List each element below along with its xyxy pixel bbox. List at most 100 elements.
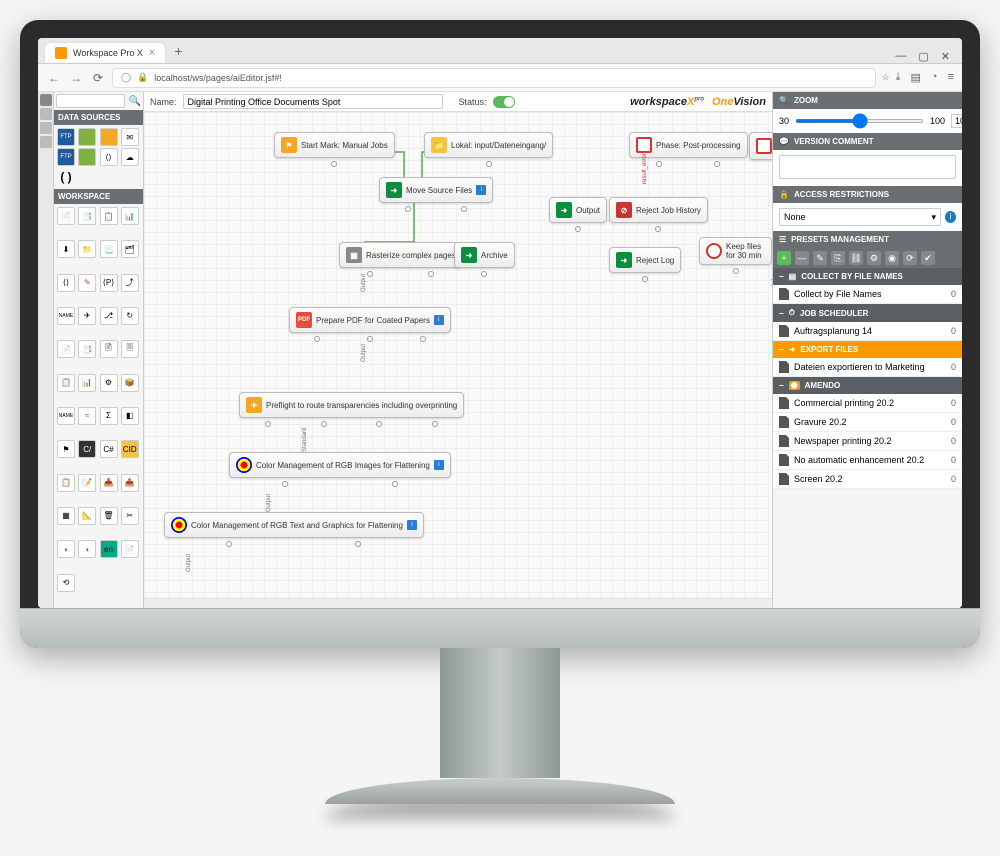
group-collect-header[interactable]: − ▤ Collect by File Names: [773, 268, 962, 285]
tool-ftp[interactable]: FTP: [57, 128, 75, 146]
ws-tool-26[interactable]: ≈: [78, 407, 96, 425]
ws-tool-35[interactable]: 📥: [100, 474, 118, 492]
preset-check-button[interactable]: ✔: [921, 251, 935, 265]
node-prepare-pdf[interactable]: PDF Prepare PDF for Coated Papers i: [289, 307, 451, 333]
ws-tool-22[interactable]: 📊: [78, 374, 96, 392]
ws-tool-8[interactable]: 🗂: [121, 240, 139, 258]
rail-camera-icon[interactable]: [40, 122, 52, 134]
access-section-header[interactable]: 🔒 Access Restrictions: [773, 186, 962, 203]
preset-item-newspaper[interactable]: Newspaper printing 20.2 0: [773, 432, 962, 451]
forward-icon[interactable]: →: [68, 71, 84, 85]
node-move-source[interactable]: ➜ Move Source Files i: [379, 177, 493, 203]
ws-tool-20[interactable]: 🗏: [121, 340, 139, 358]
node-reject-history[interactable]: ⊘ Reject Job History: [609, 197, 708, 223]
preset-item-screen[interactable]: Screen 20.2 0: [773, 470, 962, 489]
info-icon[interactable]: i: [945, 211, 956, 223]
node-cm-text[interactable]: Color Management of RGB Text and Graphic…: [164, 512, 424, 538]
ws-tool-name2[interactable]: NAME: [57, 407, 75, 425]
tool-mail[interactable]: ✉: [121, 128, 139, 146]
node-archive[interactable]: ➜ Archive: [454, 242, 515, 268]
close-window-icon[interactable]: ✕: [941, 50, 950, 63]
ws-tool-9[interactable]: ⟨⟩: [57, 274, 75, 292]
zoom-value-input[interactable]: 100: [951, 114, 962, 128]
ws-tool-10[interactable]: ✎: [78, 274, 96, 292]
download-icon[interactable]: ⤓: [896, 71, 901, 84]
workflow-name-input[interactable]: Digital Printing Office Documents Spot: [183, 94, 443, 109]
ws-tool-37[interactable]: ▦: [57, 507, 75, 525]
ws-tool-7[interactable]: 📃: [100, 240, 118, 258]
preset-item-gravure[interactable]: Gravure 20.2 0: [773, 413, 962, 432]
rail-layout-icon[interactable]: [40, 108, 52, 120]
node-preflight[interactable]: ✈ Preflight to route transparencies incl…: [239, 392, 464, 418]
ws-tool-18[interactable]: 📑: [78, 340, 96, 358]
ws-tool-14[interactable]: ✈: [78, 307, 96, 325]
ws-tool-27[interactable]: Σ: [100, 407, 118, 425]
ws-tool-38[interactable]: 📐: [78, 507, 96, 525]
ws-tool-40[interactable]: ✂: [121, 507, 139, 525]
account-icon[interactable]: ◔: [931, 71, 938, 84]
rail-save-icon[interactable]: [40, 94, 52, 106]
preset-item-noauto[interactable]: No automatic enhancement 20.2 0: [773, 451, 962, 470]
ws-tool-45[interactable]: ⟲: [57, 574, 75, 592]
ws-tool-16[interactable]: ↻: [121, 307, 139, 325]
reload-icon[interactable]: ⟳: [90, 71, 106, 85]
preset-remove-button[interactable]: —: [795, 251, 809, 265]
ws-tool-4[interactable]: 📊: [121, 207, 139, 225]
ws-tool-23[interactable]: ⚙: [100, 374, 118, 392]
browser-tab[interactable]: Workspace Pro X ×: [44, 42, 166, 63]
ws-tool-21[interactable]: 📋: [57, 374, 75, 392]
workflow-canvas[interactable]: ⚑ Start Mark: Manual Jobs 📁 Lokal: input…: [144, 112, 772, 598]
group-scheduler-header[interactable]: − ⏱ Job Scheduler: [773, 304, 962, 322]
ws-tool-11[interactable]: ⟨P⟩: [100, 274, 118, 292]
ws-tool-name[interactable]: NAME: [57, 307, 75, 325]
ws-tool-39[interactable]: 🗑: [100, 507, 118, 525]
node-start-mark[interactable]: ⚑ Start Mark: Manual Jobs: [274, 132, 395, 158]
rail-share-icon[interactable]: [40, 136, 52, 148]
preset-pref-button[interactable]: ⚙: [867, 251, 881, 265]
ws-tool-36[interactable]: 📤: [121, 474, 139, 492]
ws-tool-41[interactable]: ◗: [57, 540, 75, 558]
minimize-icon[interactable]: —: [895, 50, 906, 63]
node-reject-log[interactable]: ➜ Reject Log: [609, 247, 681, 273]
preset-edit-button[interactable]: ✎: [813, 251, 827, 265]
preset-refresh-button[interactable]: ⟳: [903, 251, 917, 265]
ws-tool-43[interactable]: en: [100, 540, 118, 558]
ws-tool-28[interactable]: ◧: [121, 407, 139, 425]
version-comment-input[interactable]: [779, 155, 956, 179]
palette-header-datasources[interactable]: Data Sources: [54, 110, 143, 125]
tab-close-icon[interactable]: ×: [149, 47, 155, 59]
url-field[interactable]: ◯ 🔒 localhost/ws/pages/aiEditor.jsf#!: [112, 68, 876, 88]
preset-item-export[interactable]: Dateien exportieren to Marketing 0: [773, 358, 962, 377]
ws-tool-31[interactable]: C#: [100, 440, 118, 458]
tool-ftp2[interactable]: FTP: [57, 148, 75, 166]
preset-add-button[interactable]: +: [777, 251, 791, 265]
preset-item-collect[interactable]: Collect by File Names 0: [773, 285, 962, 304]
tool-xml[interactable]: ⟨⟩: [100, 148, 118, 166]
ws-tool-17[interactable]: 📄: [57, 340, 75, 358]
preset-link-button[interactable]: ⛓: [849, 251, 863, 265]
tool-folder[interactable]: [100, 128, 118, 146]
preset-item-scheduler[interactable]: Auftragsplanung 14 0: [773, 322, 962, 341]
ws-tool-12[interactable]: ⤴: [121, 274, 139, 292]
ws-tool-32[interactable]: CID: [121, 440, 139, 458]
tool-lcf[interactable]: [78, 128, 96, 146]
preset-copy-button[interactable]: ⎘: [831, 251, 845, 265]
tool-db[interactable]: [78, 148, 96, 166]
ws-tool-5[interactable]: ⬇: [57, 240, 75, 258]
status-toggle[interactable]: [493, 96, 515, 108]
ws-tool-15[interactable]: ⎇: [100, 307, 118, 325]
node-keep-files[interactable]: Keep files for 30 min: [699, 237, 772, 265]
tool-paren[interactable]: ( ): [57, 168, 75, 186]
ws-tool-29[interactable]: ⚑: [57, 440, 75, 458]
menu-icon[interactable]: ≡: [948, 71, 954, 84]
node-output[interactable]: ➜ Output: [549, 197, 607, 223]
access-select[interactable]: None ▾: [779, 208, 941, 226]
version-section-header[interactable]: 💬 Version Comment: [773, 133, 962, 150]
new-tab-button[interactable]: +: [166, 39, 190, 63]
search-icon[interactable]: 🔍: [129, 96, 141, 107]
group-export-header[interactable]: − ➜ Export Files: [773, 341, 962, 358]
ws-tool-33[interactable]: 📋: [57, 474, 75, 492]
node-cm-images[interactable]: Color Management of RGB Images for Flatt…: [229, 452, 451, 478]
star-icon[interactable]: ☆: [882, 72, 890, 83]
ws-tool-44[interactable]: 📄: [121, 540, 139, 558]
